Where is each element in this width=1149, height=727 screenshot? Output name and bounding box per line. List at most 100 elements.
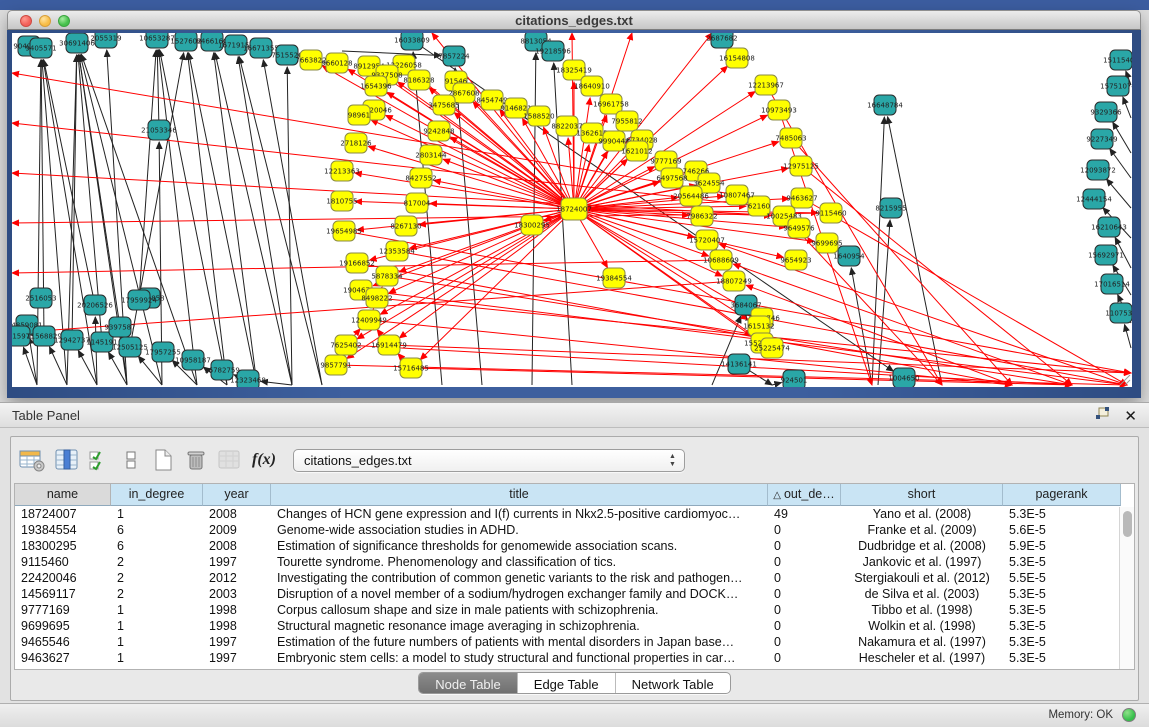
delete-table-icon[interactable] — [184, 446, 208, 474]
graph-node[interactable]: 98961 — [348, 105, 370, 125]
table-vertical-scrollbar[interactable] — [1119, 507, 1134, 669]
graph-node[interactable]: 2687682 — [706, 33, 737, 48]
graph-node[interactable]: 9115460 — [815, 203, 846, 223]
graph-node[interactable]: 12093872 — [1080, 160, 1116, 180]
graph-node[interactable]: 9405571 — [25, 38, 56, 58]
graph-node[interactable]: 15751074 — [1100, 76, 1132, 96]
graph-node[interactable]: 9654923 — [780, 250, 811, 270]
graph-node[interactable]: 10973493 — [761, 100, 797, 120]
function-builder-icon[interactable]: f(x) — [252, 446, 276, 474]
column-header-short[interactable]: short — [841, 484, 1003, 506]
graph-node[interactable]: 817004 — [404, 193, 431, 213]
row-height-icon[interactable] — [120, 446, 142, 474]
column-header-year[interactable]: year — [203, 484, 271, 506]
graph-node[interactable]: 5878334 — [371, 266, 403, 286]
graph-node[interactable]: 7955812 — [611, 111, 642, 131]
select-column-icon[interactable] — [54, 446, 80, 474]
column-header-name[interactable]: name — [15, 484, 111, 506]
graph-node[interactable]: 15720407 — [689, 230, 725, 250]
graph-node[interactable]: 16648784 — [867, 95, 903, 115]
float-panel-icon[interactable] — [1095, 407, 1110, 426]
column-header-title[interactable]: title — [271, 484, 768, 506]
column-header-in_degree[interactable]: in_degree — [111, 484, 203, 506]
graph-node[interactable]: 12409949 — [351, 310, 387, 330]
graph-node[interactable]: 10688609 — [703, 250, 739, 270]
graph-node[interactable]: 2055319 — [90, 33, 121, 48]
graph-node[interactable]: 8498222 — [361, 288, 392, 308]
resize-grip-icon[interactable] — [1117, 372, 1131, 386]
network-canvas[interactable]: 9040552940557130691406205531910653287152… — [12, 33, 1132, 387]
graph-node[interactable]: 924501 — [781, 370, 808, 387]
graph-node[interactable]: 9242848 — [423, 121, 454, 141]
graph-node[interactable]: 8186328 — [403, 70, 434, 90]
graph-node[interactable]: 1810755 — [326, 191, 357, 211]
graph-node[interactable]: 7857224 — [438, 46, 470, 66]
tab-network-table[interactable]: Network Table — [616, 673, 730, 694]
graph-node[interactable]: 1107533 — [1105, 303, 1132, 323]
citation-graph[interactable]: 9040552940557130691406205531910653287152… — [12, 33, 1132, 387]
graph-node[interactable]: 15692971 — [1088, 245, 1124, 265]
table-row[interactable]: 977716911998Corpus callosum shape and si… — [15, 602, 1134, 618]
graph-node[interactable]: 7485063 — [775, 128, 806, 148]
graph-node[interactable]: 19654985 — [326, 221, 362, 241]
table-row[interactable]: 1830029562008Estimation of significance … — [15, 538, 1134, 554]
graph-node[interactable]: 14136141 — [721, 354, 757, 374]
graph-node[interactable]: 9397587 — [104, 317, 135, 337]
graph-node[interactable]: 12975125 — [783, 156, 819, 176]
table-row[interactable]: 1456911722003Disruption of a novel membe… — [15, 586, 1134, 602]
graph-node[interactable]: 8427552 — [405, 168, 436, 188]
graph-node[interactable]: 9649576 — [783, 218, 815, 238]
network-window-titlebar[interactable]: citations_edges.txt — [7, 10, 1141, 30]
graph-node[interactable]: 17016514 — [1094, 274, 1130, 294]
graph-node[interactable]: 9857791 — [320, 355, 351, 375]
graph-node[interactable]: 9660128 — [321, 53, 352, 73]
select-rows-icon[interactable] — [89, 446, 111, 474]
graph-node[interactable]: 9463627 — [786, 188, 817, 208]
graph-node[interactable]: 15716485 — [393, 358, 429, 378]
graph-node[interactable]: 1621012 — [621, 141, 652, 161]
table-row[interactable]: 1938455462009Genome-wide association stu… — [15, 522, 1134, 538]
graph-node[interactable]: 2718126 — [340, 133, 372, 153]
graph-node[interactable]: 19166852 — [339, 253, 375, 273]
graph-node[interactable]: 19384554 — [596, 268, 632, 288]
graph-node[interactable]: 8267130 — [390, 216, 421, 236]
table-row[interactable]: 2242004622012Investigating the contribut… — [15, 570, 1134, 586]
graph-node[interactable]: 16210643 — [1091, 217, 1127, 237]
graph-node[interactable]: 9699695 — [811, 233, 842, 253]
graph-node[interactable]: 16154808 — [719, 48, 755, 68]
graph-node[interactable]: 16033809 — [394, 33, 430, 50]
table-row[interactable]: 911546021997Tourette syndrome. Phenomeno… — [15, 554, 1134, 570]
column-header-pagerank[interactable]: pagerank — [1003, 484, 1121, 506]
tab-edge-table[interactable]: Edge Table — [518, 673, 616, 694]
graph-node[interactable]: 9329366 — [1090, 102, 1122, 122]
column-header-out_de[interactable]: △out_de… — [768, 484, 841, 506]
table-settings-icon[interactable] — [19, 446, 45, 474]
graph-node[interactable]: 2803144 — [415, 145, 447, 165]
graph-node[interactable]: 1004650 — [888, 368, 919, 387]
graph-node[interactable]: 7625402 — [330, 335, 361, 355]
new-table-icon[interactable] — [151, 446, 175, 474]
memory-ok-icon[interactable] — [1122, 708, 1136, 722]
graph-node[interactable]: 15115408 — [1103, 50, 1132, 70]
table-row[interactable]: 969969511998Structural magnetic resonanc… — [15, 618, 1134, 634]
graph-node[interactable]: 12213363 — [324, 161, 360, 181]
scrollbar-thumb[interactable] — [1123, 511, 1132, 537]
tab-node-table[interactable]: Node Table — [419, 673, 518, 694]
close-panel-icon[interactable]: ✕ — [1124, 409, 1137, 424]
graph-node[interactable]: 6497568 — [656, 168, 687, 188]
graph-node[interactable]: 8215955 — [875, 198, 906, 218]
graph-node[interactable]: 7986322 — [686, 206, 717, 226]
graph-node[interactable]: 9227349 — [1086, 129, 1117, 149]
graph-node[interactable]: 18300295 — [514, 215, 550, 235]
graph-node[interactable]: 2516053 — [25, 288, 56, 308]
graph-node[interactable]: 12353584 — [379, 241, 415, 261]
table-row[interactable]: 946554611997Estimation of the future num… — [15, 634, 1134, 650]
graph-node[interactable]: 16914479 — [371, 335, 407, 355]
graph-node[interactable]: 12444154 — [1076, 189, 1112, 209]
graph-node[interactable]: 3475685 — [428, 95, 459, 115]
graph-node[interactable]: 18807249 — [716, 271, 752, 291]
graph-node[interactable]: 1588520 — [523, 106, 554, 126]
graph-node[interactable]: 18724007 — [556, 198, 592, 220]
table-row[interactable]: 1872400712008Changes of HCN gene express… — [15, 506, 1134, 522]
graph-node[interactable]: 21053346 — [141, 120, 177, 140]
